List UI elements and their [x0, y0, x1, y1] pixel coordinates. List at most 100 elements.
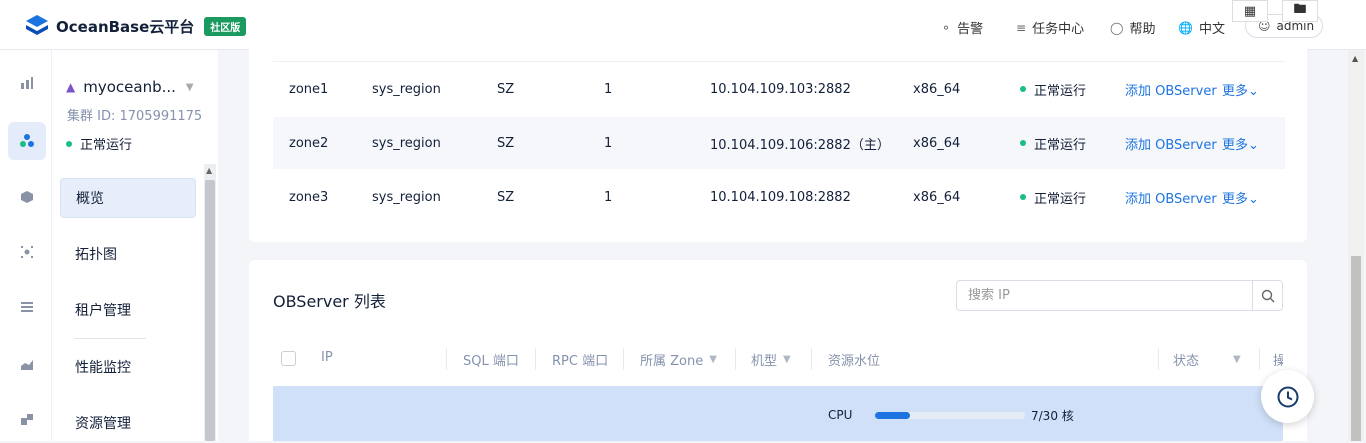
menu-item-label: 资源管理 — [75, 416, 131, 432]
cluster-status-label: 正常运行 — [80, 138, 133, 153]
bell-icon: ⚬ — [941, 20, 952, 35]
search-button[interactable] — [1252, 281, 1282, 310]
col-machine-type[interactable]: 机型 ▼ — [751, 350, 791, 369]
status-dot-icon — [1020, 140, 1026, 146]
more-dropdown[interactable]: 更多⌄ — [1222, 188, 1259, 207]
lightbulb-icon: ◯ — [1110, 20, 1124, 35]
table-row: zone3 sys_region SZ 1 10.104.109.108:288… — [273, 171, 1285, 223]
bar-chart-icon[interactable] — [8, 64, 46, 102]
zone-status-label: 正常运行 — [1034, 137, 1087, 153]
zone-status-label: 正常运行 — [1034, 83, 1087, 99]
more-label: 更多 — [1222, 137, 1249, 153]
add-observer-link[interactable]: 添加 OBServer — [1125, 80, 1217, 99]
filter-icon[interactable]: ▼ — [783, 354, 791, 365]
alert-nav[interactable]: ⚬ 告警 — [941, 18, 984, 38]
stack-icon[interactable] — [8, 288, 46, 326]
sidebar-scroll-thumb[interactable] — [205, 180, 215, 441]
area-chart-icon[interactable] — [8, 345, 46, 383]
status-dot-icon — [1020, 86, 1026, 92]
zone-arch: x86_64 — [913, 81, 961, 97]
menu-item-label: 概览 — [76, 191, 104, 207]
cluster-status: 正常运行 — [66, 134, 132, 153]
zone-region: sys_region — [372, 189, 441, 205]
zone-status: 正常运行 — [1020, 188, 1086, 207]
col-actions: 操 — [1273, 354, 1283, 369]
cluster-id: 集群 ID: 1705991175 — [67, 109, 203, 124]
history-button[interactable] — [1261, 370, 1314, 423]
scroll-up-icon: ▲ — [206, 166, 213, 175]
cluster-name: myoceanb... — [83, 78, 176, 96]
icon-rail — [0, 50, 52, 441]
col-divider — [623, 348, 624, 370]
folder-icon: 🖿 — [1293, 2, 1307, 17]
zone-arch: x86_64 — [913, 189, 961, 205]
search-icon — [1261, 289, 1274, 302]
menu-item-overview[interactable]: 概览 — [60, 178, 196, 218]
scroll-up-icon: ▲ — [1352, 54, 1359, 63]
task-center-nav[interactable]: ≡ 任务中心 — [1016, 18, 1085, 38]
globe-icon: 🌐 — [1178, 20, 1193, 35]
task-center-label: 任务中心 — [1032, 22, 1085, 37]
more-dropdown[interactable]: 更多⌄ — [1222, 80, 1259, 99]
add-observer-link[interactable]: 添加 OBServer — [1125, 134, 1217, 153]
status-dot-icon — [66, 140, 72, 147]
menu-item-resources[interactable]: 资源管理 — [60, 403, 196, 443]
caret-down-icon: ▼ — [185, 81, 194, 93]
col-divider — [1158, 348, 1159, 370]
observer-table-header: IP SQL 端口 RPC 端口 所属 Zone ▼ 机型 ▼ 资源水位 状态 ▼ 操 — [273, 340, 1283, 378]
zone-status-label: 正常运行 — [1034, 191, 1087, 207]
zone-server-count: 1 — [604, 135, 613, 151]
col-divider — [811, 348, 812, 370]
table-row: zone2 sys_region SZ 1 10.104.109.106:288… — [273, 117, 1285, 169]
alert-label: 告警 — [957, 22, 984, 37]
col-divider — [446, 348, 447, 370]
zone-root-server: 10.104.109.108:2882 — [710, 189, 851, 205]
col-machine-label: 机型 — [751, 354, 778, 369]
chevron-down-icon: ⌄ — [1248, 191, 1259, 207]
table-row: zone1 sys_region SZ 1 10.104.109.103:288… — [273, 63, 1285, 115]
language-nav[interactable]: 🌐 中文 — [1178, 18, 1225, 38]
add-observer-link[interactable]: 添加 OBServer — [1125, 188, 1217, 207]
zone-arch: x86_64 — [913, 135, 961, 151]
chevron-down-icon: ⌄ — [1248, 83, 1259, 99]
blocks-icon[interactable] — [8, 400, 46, 438]
language-label: 中文 — [1198, 22, 1225, 37]
menu-item-monitoring[interactable]: 性能监控 — [60, 347, 196, 387]
col-divider — [535, 348, 536, 370]
menu-divider — [74, 338, 146, 339]
cluster-sidebar: ▲ myoceanb... ▼ 集群 ID: 1705991175 正常运行 概… — [52, 50, 218, 441]
menu-item-tenants[interactable]: 租户管理 — [60, 290, 196, 330]
page-scroll-thumb[interactable] — [1351, 256, 1361, 441]
grid-button[interactable]: ▦ — [1232, 0, 1268, 22]
col-zone[interactable]: 所属 Zone ▼ — [640, 350, 717, 369]
zone-region: sys_region — [372, 135, 441, 151]
more-dropdown[interactable]: 更多⌄ — [1222, 134, 1259, 153]
help-nav[interactable]: ◯ 帮助 — [1110, 18, 1155, 38]
col-status[interactable]: 状态 ▼ — [1173, 350, 1241, 369]
ip-search-input[interactable] — [957, 281, 1252, 310]
filter-icon[interactable]: ▼ — [709, 354, 717, 365]
sidebar-scrollbar[interactable]: ▲ — [204, 164, 216, 441]
filter-icon[interactable]: ▼ — [1233, 354, 1241, 365]
col-zone-label: 所属 Zone — [640, 354, 704, 369]
zone-server-count: 1 — [604, 81, 613, 97]
col-sql-port: SQL 端口 — [463, 354, 519, 369]
col-divider — [1259, 348, 1260, 370]
hexagon-icon[interactable] — [8, 178, 46, 216]
menu-item-topology[interactable]: 拓扑图 — [60, 234, 196, 274]
cluster-selector[interactable]: ▲ myoceanb... ▼ — [66, 78, 194, 96]
table-row[interactable]: CPU 7/30 核 — [273, 386, 1283, 441]
page-scrollbar[interactable]: ▲ — [1348, 50, 1364, 441]
clock-icon — [1277, 386, 1298, 407]
col-status-label: 状态 — [1173, 354, 1200, 369]
chevron-down-icon: ⌄ — [1248, 137, 1259, 153]
cluster-icon[interactable] — [8, 122, 46, 160]
brand-logo[interactable]: OceanBase云平台 社区版 — [24, 13, 247, 39]
select-all-checkbox[interactable] — [281, 351, 296, 366]
cluster-logo-icon: ▲ — [66, 80, 76, 94]
folder-button[interactable]: 🖿 — [1282, 0, 1318, 22]
focus-icon[interactable] — [8, 233, 46, 271]
list-icon: ≡ — [1016, 20, 1027, 35]
cpu-progress-bar — [875, 412, 1025, 419]
zone-idc: SZ — [497, 189, 515, 205]
